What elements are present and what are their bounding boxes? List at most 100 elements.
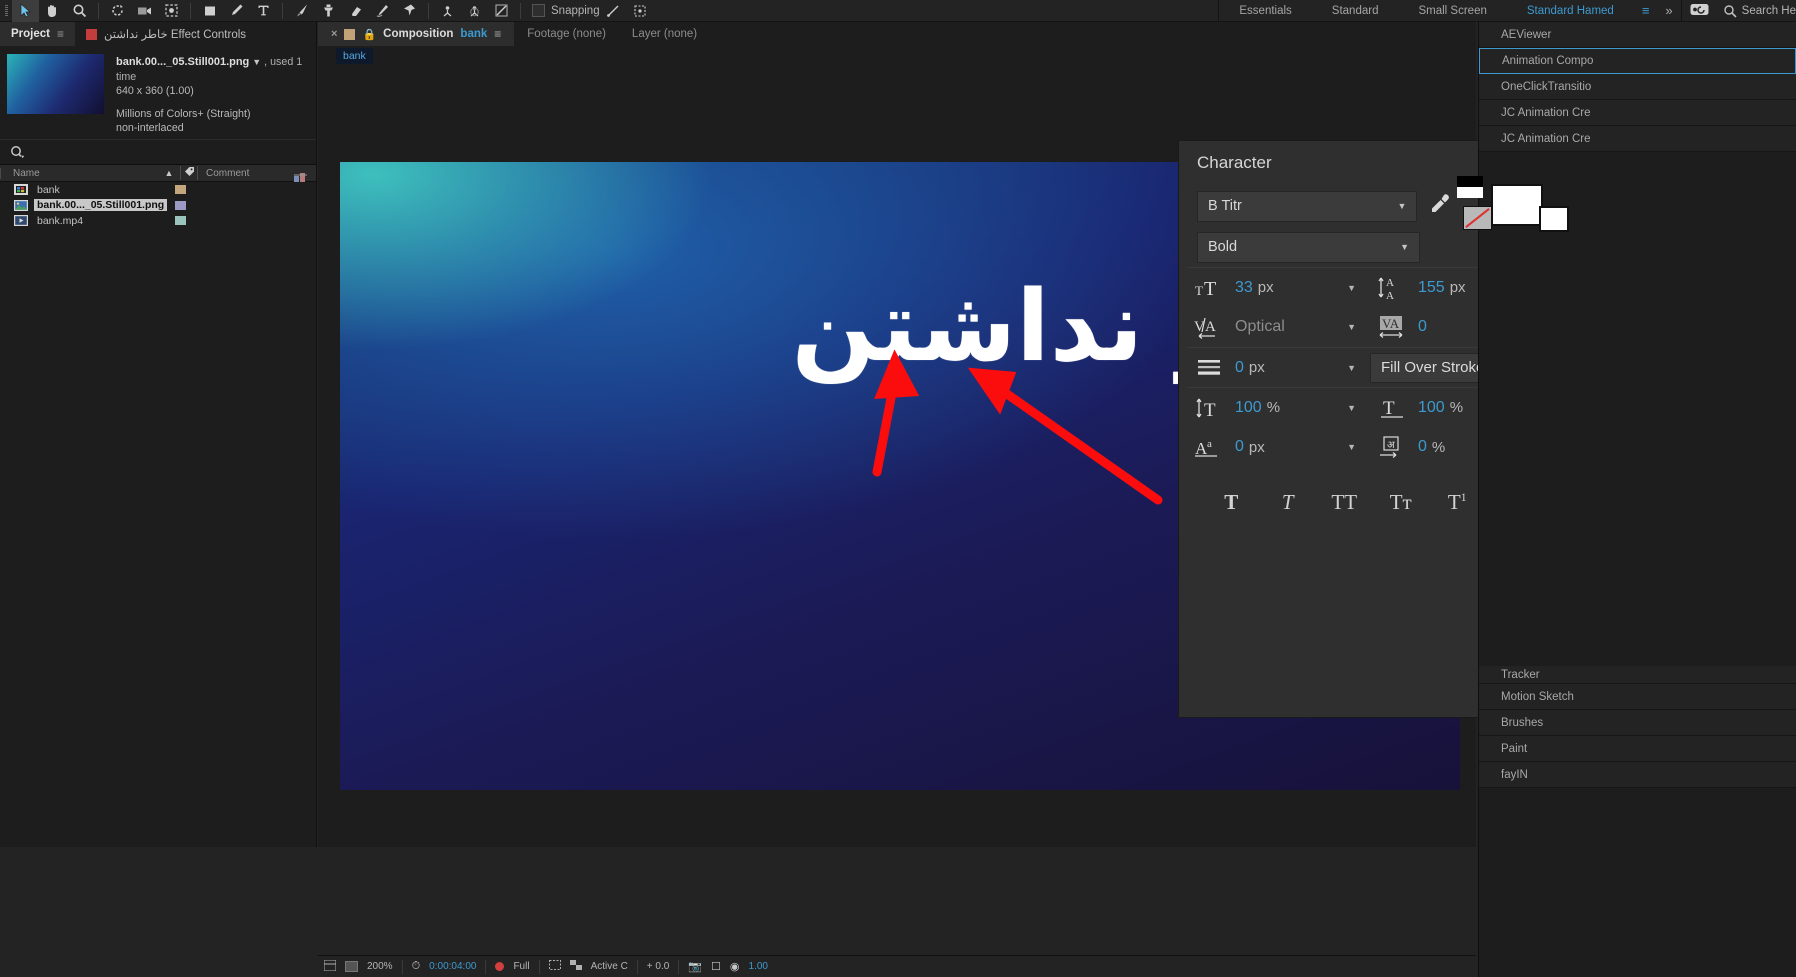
snapping-checkbox[interactable] [532,4,545,17]
roto-brush-tool-icon[interactable] [369,0,396,22]
dock-item-aeviewer[interactable]: AEViewer [1479,22,1796,48]
kerning-field[interactable]: VA Optical ▼ [1187,310,1370,344]
toolbar-divider [98,2,99,19]
list-item-label-swatch[interactable] [175,216,186,226]
toolbar-grip[interactable] [0,0,12,22]
list-item-label-swatch[interactable] [175,200,186,210]
baseline-shift-dropdown-icon[interactable]: ▼ [1347,442,1356,452]
background-color-swatch[interactable] [345,961,358,972]
workspace-tab-essentials[interactable]: Essentials [1219,0,1311,22]
dock-item-paint[interactable]: Paint [1479,736,1796,762]
stroke-width-field[interactable]: 0 px ▼ [1187,351,1370,385]
workspace-tab-small-screen[interactable]: Small Screen [1398,0,1506,22]
magnification-value[interactable]: 200% [367,961,393,972]
list-item[interactable]: bank.mp4 [0,213,316,229]
dock-item-fayin[interactable]: fayIN [1479,762,1796,788]
transparency-grid-icon[interactable] [569,960,582,973]
type-tool-icon[interactable] [250,0,277,22]
superscript-button[interactable]: T1 [1442,490,1472,515]
dock-item-tracker[interactable]: Tracker [1479,666,1796,684]
clone-stamp-tool-icon[interactable] [315,0,342,22]
horizontal-scale-icon: T [1370,391,1414,425]
font-family-select[interactable]: B Titr ▼ [1197,190,1418,222]
rotation-tool-icon[interactable] [104,0,131,22]
project-panel-menu-icon[interactable]: ≡ [57,27,64,41]
tab-effect-controls[interactable]: Effect Controls خاطر نداشتن [75,22,257,46]
stroke-width-dropdown-icon[interactable]: ▼ [1347,363,1356,373]
fill-color-swatch[interactable] [1491,184,1570,232]
lock-icon[interactable]: 🔒 [362,28,376,41]
tab-project[interactable]: Project ≡ [0,22,76,46]
region-of-interest-box-icon[interactable] [548,960,561,973]
dock-item-brushes[interactable]: Brushes [1479,710,1796,736]
snapshot-icon[interactable]: 📷 [688,960,702,973]
shape-tool-icon[interactable] [196,0,223,22]
column-header-name[interactable]: Name [0,167,158,179]
puppet-pin-tool-icon[interactable] [396,0,423,22]
anchor-point-tool-icon[interactable] [158,0,185,22]
search-help-box[interactable]: Search He [1717,4,1796,18]
vertical-scale-dropdown-icon[interactable]: ▼ [1347,403,1356,413]
tab-layer[interactable]: Layer (none) [619,22,710,46]
workspace-tab-standard-hamed[interactable]: Standard Hamed [1507,0,1634,22]
unified-camera-tool-icon[interactable] [434,0,461,22]
show-snapshot-icon[interactable]: ☐ [711,960,721,973]
label-tag-icon[interactable] [180,166,198,180]
workspace-tab-standard[interactable]: Standard [1312,0,1399,22]
workspace-overflow-icon[interactable]: » [1657,3,1680,18]
dock-item-animation-composer[interactable]: Animation Compo [1479,48,1796,74]
faux-bold-button[interactable]: T [1216,490,1246,515]
breadcrumb-item-bank[interactable]: bank [336,48,373,64]
workspace-menu-icon[interactable]: ≡ [1634,3,1658,18]
fps-value[interactable]: 1.00 [749,961,768,972]
vertical-scale-field[interactable]: T 100 % ▼ [1187,391,1370,425]
no-fill-swatch[interactable] [1463,206,1493,230]
dock-item-motion-sketch[interactable]: Motion Sketch [1479,684,1796,710]
list-item[interactable]: bank.00..._05.Still001.png [0,198,316,214]
close-icon[interactable]: × [331,28,337,40]
sync-settings-icon[interactable] [1682,3,1717,19]
snapping-grid-icon[interactable] [627,0,654,22]
dock-item-jc-animation-creator-2[interactable]: JC Animation Cre [1479,126,1796,152]
list-item[interactable]: bank [0,182,316,198]
dock-item-jc-animation-creator-1[interactable]: JC Animation Cre [1479,100,1796,126]
comp-flowchart-icon[interactable] [323,959,337,974]
all-caps-button[interactable]: TT [1329,490,1359,515]
brush-tool-icon[interactable] [288,0,315,22]
resolution-value[interactable]: Full [513,961,529,972]
current-timecode[interactable]: 0:00:04:00 [429,961,476,972]
font-style-select[interactable]: Bold ▼ [1197,231,1420,263]
selection-tool-icon[interactable] [12,0,39,22]
dock-item-oneclicktransitions[interactable]: OneClickTransitio [1479,74,1796,100]
list-item-label-swatch[interactable] [175,185,186,195]
pan-behind-tool-icon[interactable] [488,0,515,22]
faux-italic-button[interactable]: T [1273,490,1303,515]
font-size-dropdown-icon[interactable]: ▼ [1347,283,1356,293]
tab-footage[interactable]: Footage (none) [514,22,619,46]
sort-ascending-icon[interactable]: ▲ [158,168,180,178]
preview-dropdown-icon[interactable]: ▼ [252,57,261,67]
snapping-align-icon[interactable] [600,0,627,22]
composition-panel-menu-icon[interactable]: ≡ [494,27,501,41]
eraser-tool-icon[interactable] [342,0,369,22]
font-size-field[interactable]: TT 33 px ▼ [1187,271,1370,305]
zoom-tool-icon[interactable] [66,0,93,22]
baseline-shift-field[interactable]: Aa 0 px ▼ [1187,430,1370,464]
camera-tool-icon[interactable] [131,0,158,22]
channel-rgb-icon[interactable]: ◉ [730,960,740,973]
project-search-row[interactable] [0,139,316,165]
eyedropper-icon[interactable] [1425,193,1455,220]
black-white-swatch[interactable] [1457,176,1484,198]
exposure-value[interactable]: + 0.0 [647,961,670,972]
kerning-dropdown-icon[interactable]: ▼ [1347,322,1356,332]
tab-composition-bank[interactable]: × 🔒 Composition bank ≡ [318,22,515,46]
pen-tool-icon[interactable] [223,0,250,22]
small-caps-button[interactable]: Tᴛ [1386,490,1416,515]
orbit-tool-icon[interactable] [461,0,488,22]
video-file-icon [14,215,28,227]
workspace-tabs: Essentials Standard Small Screen Standar… [1218,0,1796,22]
region-of-interest-icon[interactable] [495,962,505,971]
hand-tool-icon[interactable] [39,0,66,22]
quality-value[interactable]: Active C [591,961,628,972]
dock-spacer [1479,152,1796,666]
